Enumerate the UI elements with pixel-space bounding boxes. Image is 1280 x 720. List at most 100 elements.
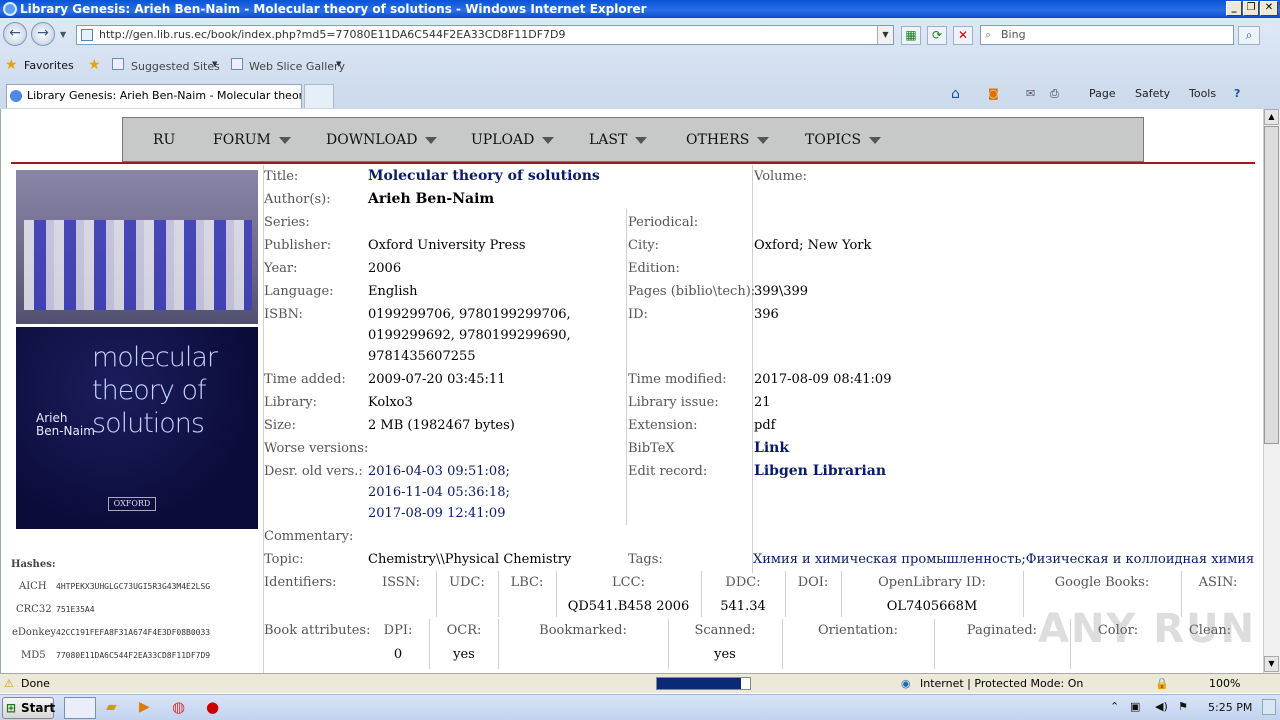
tray-arrow-icon[interactable]: ⌃ bbox=[1110, 700, 1119, 713]
web-slice-gallery-link[interactable]: Web Slice Gallery bbox=[249, 60, 345, 73]
window-titlebar: Library Genesis: Arieh Ben-Naim - Molecu… bbox=[0, 0, 1280, 18]
start-button[interactable]: ⊞ Start bbox=[2, 697, 55, 719]
menu-last[interactable]: LAST bbox=[589, 132, 648, 148]
divider bbox=[556, 571, 557, 617]
menu-ru[interactable]: RU bbox=[153, 132, 175, 148]
identifier-openlibrary[interactable]: OL7405668M bbox=[842, 599, 1022, 614]
attribute-dpi: 0 bbox=[393, 647, 403, 662]
search-input[interactable]: ⌕ Bing bbox=[980, 25, 1234, 45]
cover-title: molecular theory of solutions bbox=[92, 342, 218, 439]
label-worse-versions: Worse versions: bbox=[264, 441, 369, 456]
scroll-up-icon[interactable]: ▲ bbox=[1264, 109, 1279, 125]
address-bar[interactable]: http://gen.lib.rus.ec/book/index.php?md5… bbox=[76, 25, 894, 45]
new-tab-button[interactable] bbox=[304, 84, 334, 108]
book-title-link[interactable]: Molecular theory of solutions bbox=[368, 168, 600, 184]
help-icon[interactable]: ? bbox=[1234, 86, 1240, 102]
mail-icon[interactable]: ✉ bbox=[1026, 86, 1035, 102]
site-menu: RU FORUM DOWNLOAD UPLOAD LAST OTHERS TOP… bbox=[122, 117, 1144, 162]
tab-bar: Library Genesis: Arieh Ben-Naim - Molecu… bbox=[0, 82, 1280, 109]
app-icon[interactable]: ● bbox=[206, 698, 219, 716]
divider bbox=[626, 209, 627, 525]
windows-logo-icon: ⊞ bbox=[6, 701, 17, 715]
identifier-header: Google Books: bbox=[1054, 575, 1150, 590]
ie-tab-icon bbox=[10, 90, 22, 102]
attribute-header: OCR: bbox=[446, 623, 482, 638]
volume-icon[interactable]: ◀) bbox=[1155, 700, 1168, 713]
book-authors[interactable]: Arieh Ben-Naim bbox=[368, 191, 494, 207]
close-button[interactable]: ✕ bbox=[1260, 1, 1278, 16]
label-tags: Tags: bbox=[628, 552, 663, 567]
book-topic[interactable]: Chemistry\\Physical Chemistry bbox=[368, 552, 571, 567]
back-button[interactable]: ← bbox=[3, 22, 27, 46]
divider bbox=[11, 162, 1255, 164]
menu-upload[interactable]: UPLOAD bbox=[471, 132, 555, 148]
search-button-icon[interactable]: ⌕ bbox=[1238, 26, 1260, 45]
label-year: Year: bbox=[264, 261, 298, 276]
media-player-icon[interactable]: ▶ bbox=[139, 699, 150, 715]
scrollbar-thumb[interactable] bbox=[1264, 126, 1279, 444]
menu-forum[interactable]: FORUM bbox=[213, 132, 291, 148]
anyrun-watermark: ANY RUN bbox=[1038, 606, 1257, 652]
suggested-sites-link[interactable]: Suggested Sites bbox=[131, 60, 220, 73]
menu-topics[interactable]: TOPICS bbox=[805, 132, 882, 148]
identifier-ddc: 541.34 bbox=[720, 599, 766, 614]
window-title: Library Genesis: Arieh Ben-Naim - Molecu… bbox=[20, 2, 647, 16]
lock-icon[interactable]: 🔒 bbox=[1155, 674, 1169, 693]
identifier-header: ISSN: bbox=[381, 575, 420, 590]
home-icon[interactable]: ⌂ bbox=[951, 86, 960, 102]
chevron-down-icon: ▼ bbox=[212, 60, 218, 68]
print-icon[interactable]: ⎙ bbox=[1050, 86, 1059, 102]
book-language: English bbox=[368, 284, 418, 299]
show-desktop-button[interactable] bbox=[1262, 699, 1276, 715]
label-city: City: bbox=[628, 238, 660, 253]
book-pages: 399\399 bbox=[754, 284, 809, 299]
history-dropdown-icon[interactable]: ▼ bbox=[60, 30, 66, 39]
label-library: Library: bbox=[264, 395, 318, 410]
forward-button[interactable]: → bbox=[31, 22, 55, 46]
book-city: Oxford; New York bbox=[754, 238, 872, 253]
chevron-down-icon bbox=[425, 136, 438, 144]
security-zone[interactable]: Internet | Protected Mode: On bbox=[920, 674, 1083, 693]
address-url: http://gen.lib.rus.ec/book/index.php?md5… bbox=[99, 28, 566, 41]
bibtex-link[interactable]: Link bbox=[754, 440, 789, 456]
page-menu[interactable]: Page bbox=[1089, 86, 1116, 102]
divider bbox=[1023, 571, 1024, 617]
chevron-down-icon bbox=[635, 136, 648, 144]
tools-menu[interactable]: Tools bbox=[1189, 86, 1216, 102]
safety-menu[interactable]: Safety bbox=[1135, 86, 1170, 102]
old-version-link[interactable]: 2017-08-09 12:41:09 bbox=[368, 506, 505, 521]
favorites-button[interactable]: Favorites bbox=[24, 59, 74, 72]
hash-value: 751E35A4 bbox=[56, 605, 95, 614]
taskbar-ie-icon[interactable] bbox=[64, 697, 96, 719]
explorer-icon[interactable]: ▰ bbox=[106, 699, 117, 715]
old-version-link[interactable]: 2016-11-04 05:36:18; bbox=[368, 485, 510, 500]
cover-photo-dice[interactable] bbox=[16, 170, 258, 324]
add-favorite-icon[interactable]: ★ bbox=[88, 57, 101, 73]
network-icon[interactable]: ▣ bbox=[1130, 700, 1140, 713]
menu-download[interactable]: DOWNLOAD bbox=[326, 132, 438, 148]
hash-key: MD5 bbox=[21, 650, 46, 661]
address-dropdown-icon[interactable]: ▼ bbox=[877, 26, 893, 44]
compat-view-icon[interactable]: ▦ bbox=[901, 26, 921, 45]
feeds-icon[interactable]: ◙ bbox=[988, 86, 999, 102]
book-cover[interactable]: molecular theory of solutions Arieh Ben-… bbox=[16, 327, 258, 529]
label-identifiers: Identifiers: bbox=[264, 575, 337, 590]
browser-tab[interactable]: Library Genesis: Arieh Ben-Naim - Molecu… bbox=[6, 84, 302, 108]
scroll-down-icon[interactable]: ▼ bbox=[1264, 656, 1279, 672]
book-tags: Химия и химическая промышленность;Физиче… bbox=[753, 552, 1255, 567]
zoom-level[interactable]: 100% bbox=[1209, 674, 1240, 693]
divider bbox=[752, 165, 753, 573]
book-isbn-line: 9781435607255 bbox=[368, 349, 476, 364]
stop-icon[interactable]: ✕ bbox=[953, 26, 973, 45]
divider bbox=[785, 571, 786, 617]
edit-record-link[interactable]: Libgen Librarian bbox=[754, 463, 886, 479]
identifier-header: ASIN: bbox=[1198, 575, 1238, 590]
maximize-button[interactable]: ❐ bbox=[1243, 1, 1259, 16]
chrome-icon[interactable]: ◍ bbox=[172, 698, 185, 716]
refresh-icon[interactable]: ⟳ bbox=[927, 26, 947, 45]
menu-others[interactable]: OTHERS bbox=[686, 132, 770, 148]
minimize-button[interactable]: _ bbox=[1226, 1, 1242, 16]
clock[interactable]: 5:25 PM bbox=[1208, 701, 1252, 714]
old-version-link[interactable]: 2016-04-03 09:51:08; bbox=[368, 464, 510, 479]
flag-icon[interactable]: ⚑ bbox=[1178, 700, 1188, 713]
